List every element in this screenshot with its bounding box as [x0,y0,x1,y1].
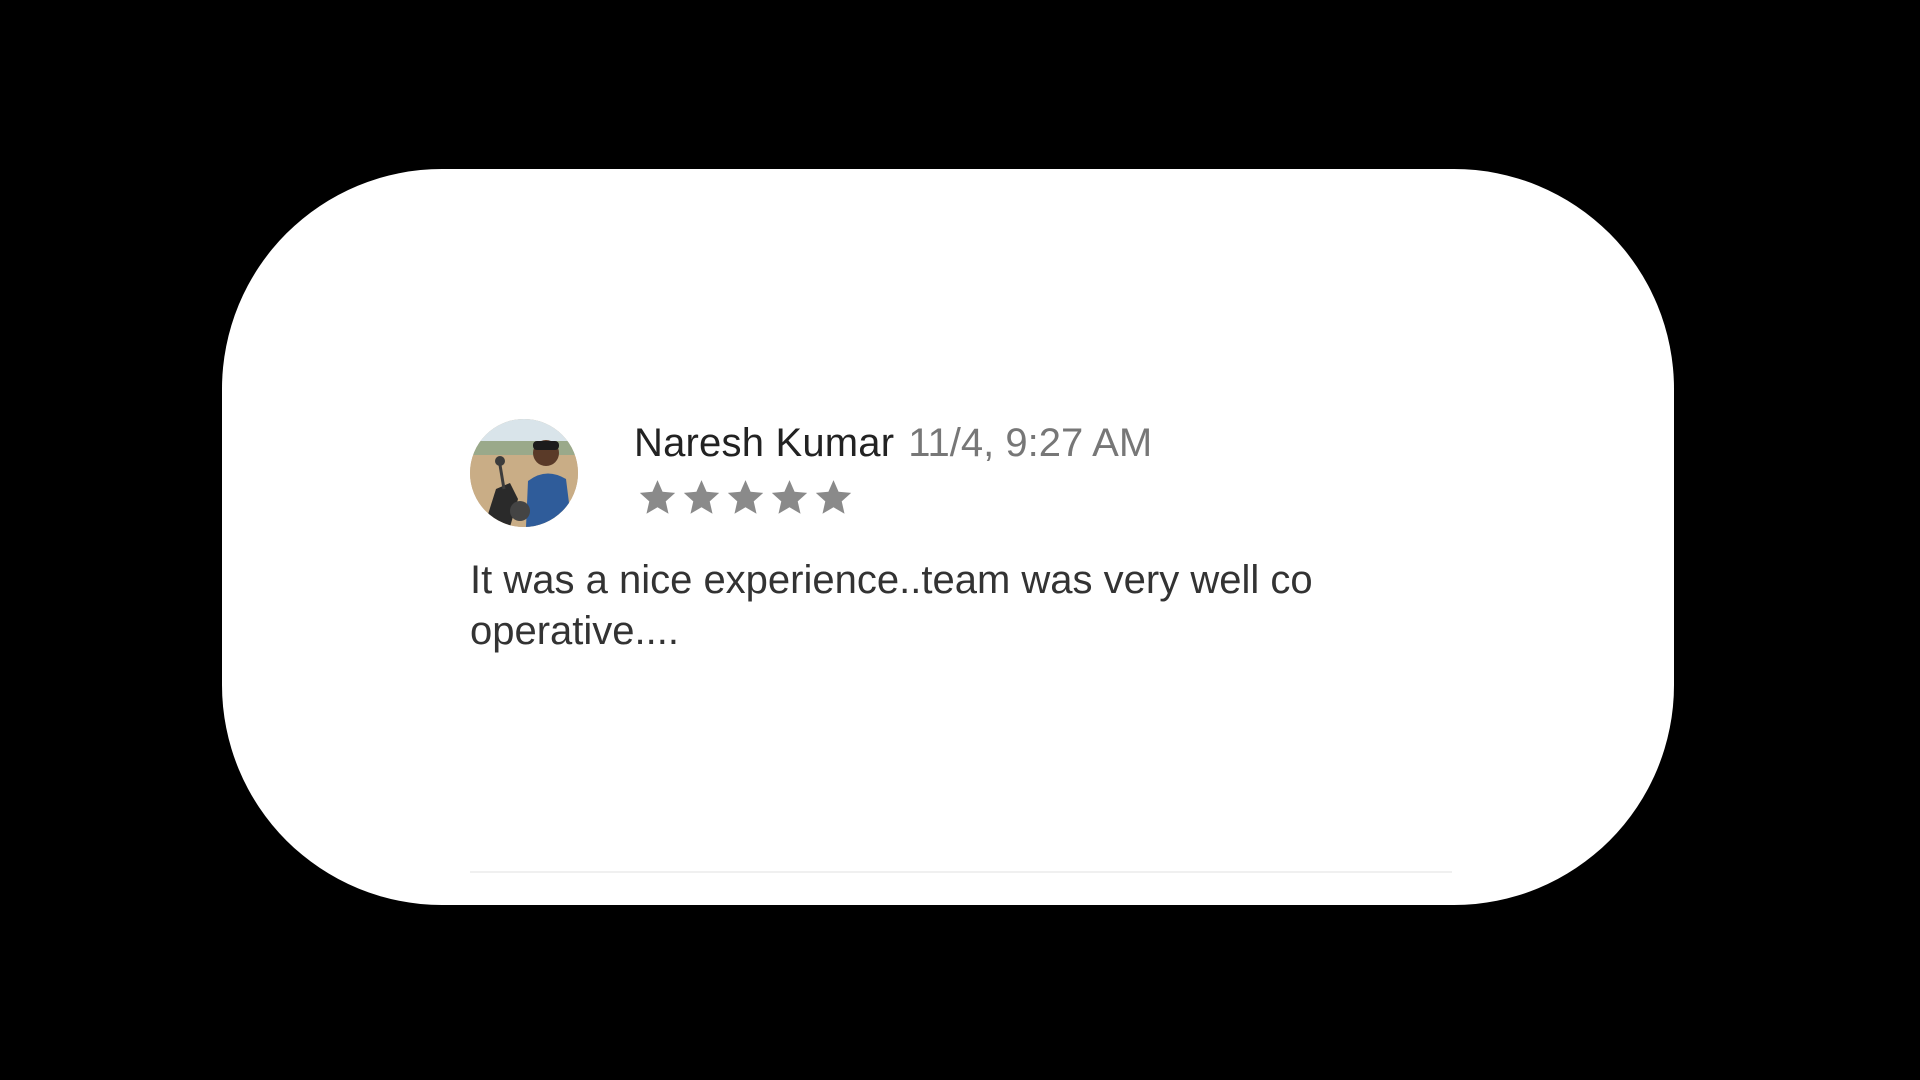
divider [470,871,1452,873]
review-header: Naresh Kumar 11/4, 9:27 AM [634,421,1152,466]
author-name[interactable]: Naresh Kumar [634,421,894,465]
star-icon [683,480,720,514]
review-timestamp: 11/4, 9:27 AM [908,421,1153,465]
star-icon [815,480,852,514]
star-icon [639,480,676,514]
star-rating [636,477,855,519]
star-icon [771,480,808,514]
avatar-photo-icon [470,419,578,527]
review-card: Naresh Kumar 11/4, 9:27 AM It was a nice … [222,169,1674,905]
avatar[interactable] [470,419,578,527]
star-icon [727,480,764,514]
review-text: It was a nice experience..team was very … [470,558,1313,653]
